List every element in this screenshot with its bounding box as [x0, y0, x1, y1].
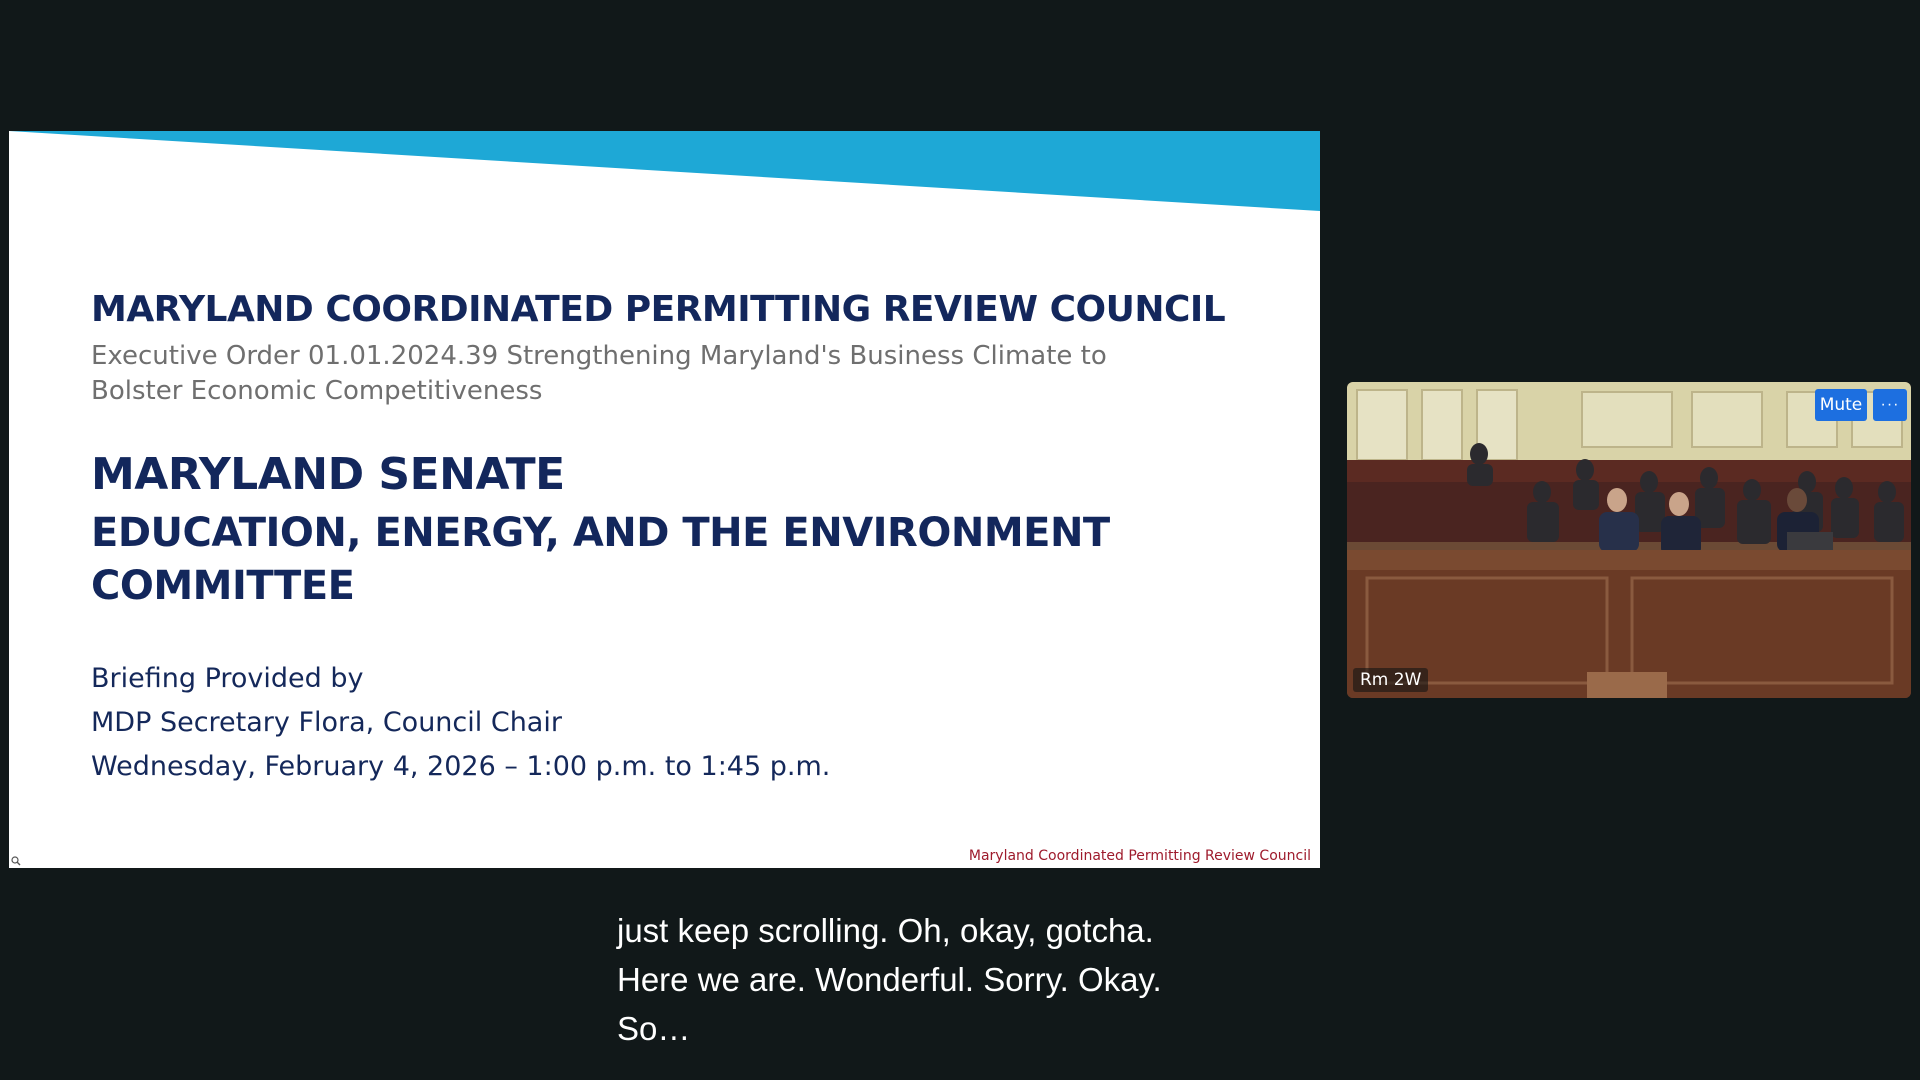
- executive-order-line-1: Executive Order 01.01.2024.39 Strengthen…: [91, 341, 1107, 371]
- meeting-stage: MARYLAND COORDINATED PERMITTING REVIEW C…: [0, 0, 1920, 1080]
- mute-button[interactable]: Mute: [1815, 389, 1867, 421]
- live-captions: just keep scrolling. Oh, okay, gotcha. H…: [617, 906, 1317, 1053]
- caption-line-1: just keep scrolling. Oh, okay, gotcha.: [617, 912, 1154, 949]
- more-options-button[interactable]: ···: [1873, 389, 1907, 421]
- caption-line-3: So…: [617, 1010, 691, 1047]
- briefing-details: Briefing Provided by MDP Secretary Flora…: [91, 657, 1251, 789]
- shared-slide: MARYLAND COORDINATED PERMITTING REVIEW C…: [9, 131, 1320, 868]
- caption-line-2: Here we are. Wonderful. Sorry. Okay.: [617, 961, 1162, 998]
- slide-footer: Maryland Coordinated Permitting Review C…: [968, 848, 1311, 864]
- committee-title: EDUCATION, ENERGY, AND THE ENVIRONMENT C…: [91, 507, 1191, 613]
- committee-line-1: EDUCATION, ENERGY, AND THE ENVIRONMENT: [91, 510, 1110, 556]
- room-label: Rm 2W: [1353, 668, 1429, 692]
- hearing-room-video: [1347, 382, 1911, 698]
- executive-order-subtitle: Executive Order 01.01.2024.39 Strengthen…: [91, 339, 1171, 409]
- zoom-corner-icon[interactable]: [11, 856, 21, 866]
- presenter-name: MDP Secretary Flora, Council Chair: [91, 707, 562, 738]
- council-title: MARYLAND COORDINATED PERMITTING REVIEW C…: [91, 289, 1226, 330]
- committee-line-2: COMMITTEE: [91, 563, 355, 609]
- senate-title: MARYLAND SENATE: [91, 449, 565, 500]
- slide-banner: [9, 131, 1320, 211]
- briefing-label: Briefing Provided by: [91, 663, 364, 694]
- slide-content: MARYLAND COORDINATED PERMITTING REVIEW C…: [91, 289, 1251, 789]
- participant-video-tile[interactable]: Mute ··· Rm 2W: [1347, 382, 1911, 698]
- briefing-date-time: Wednesday, February 4, 2026 – 1:00 p.m. …: [91, 751, 831, 782]
- executive-order-line-2: Bolster Economic Competitiveness: [91, 376, 543, 406]
